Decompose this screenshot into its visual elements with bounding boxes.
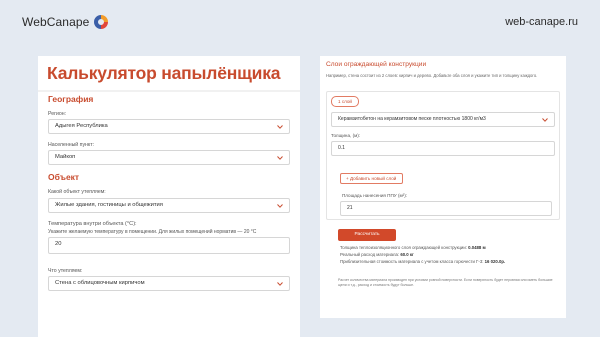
section-geography-heading: География xyxy=(48,94,94,104)
title-divider xyxy=(38,90,300,92)
city-label: Населенный пункт: xyxy=(48,142,95,148)
result-thickness: Толщина теплоизоляционного слоя ограждаю… xyxy=(340,245,486,250)
layers-title: Слои ограждающей конструкции xyxy=(326,61,427,68)
material-select[interactable]: Керамзитобетон на керамзитовом песке пло… xyxy=(331,112,555,127)
layers-description: Например, стена состоит из 2 слоев: кирп… xyxy=(326,73,538,78)
chevron-down-icon xyxy=(277,204,283,208)
object-type-select-value: Жилые здания, гостиницы и общежития xyxy=(55,202,163,208)
header: WebCanape web-canape.ru xyxy=(0,0,600,40)
what-insulate-label: Что утепляем: xyxy=(48,268,83,274)
result-thickness-value: 0.0488 м xyxy=(468,245,486,250)
layer-badge[interactable]: 1 слой xyxy=(331,96,359,107)
result-consumption-label: Реальный расход материала: xyxy=(340,252,400,257)
object-type-select[interactable]: Жилые здания, гостиницы и общежития xyxy=(48,198,290,213)
logo-swirl-icon xyxy=(94,15,109,29)
chevron-down-icon xyxy=(542,118,548,122)
chevron-down-icon xyxy=(277,156,283,160)
what-insulate-select[interactable]: Стена с облицовочным кирпичом xyxy=(48,276,290,291)
object-type-label: Какой объект утепляем: xyxy=(48,189,106,195)
temperature-hint: Укажите желаемую температуру в помещении… xyxy=(48,229,257,235)
material-select-value: Керамзитобетон на керамзитовом песке пло… xyxy=(338,116,486,122)
city-select-value: Майкоп xyxy=(55,154,76,160)
logo[interactable]: WebCanape xyxy=(22,14,109,30)
section-object-heading: Объект xyxy=(48,172,80,182)
result-cost-label: Приблизительная стоимость материала с уч… xyxy=(340,259,484,264)
chevron-down-icon xyxy=(277,282,283,286)
layers-card: Слои ограждающей конструкции Например, с… xyxy=(320,56,566,318)
site-url[interactable]: web-canape.ru xyxy=(505,16,578,28)
calculator-card: Калькулятор напылёнщика География Регион… xyxy=(38,56,300,337)
temperature-input-value: 20 xyxy=(55,241,62,247)
chevron-down-icon xyxy=(277,125,283,129)
area-input[interactable]: 21 xyxy=(340,201,552,216)
thickness-input-value: 0.1 xyxy=(338,145,345,151)
thickness-label: Толщина, (м): xyxy=(331,133,361,138)
logo-text: WebCanape xyxy=(22,15,90,29)
plus-icon: + xyxy=(346,176,349,181)
area-label: Площадь нанесения ППУ (м²): xyxy=(342,193,407,198)
temperature-label: Температура внутри объекта (°C): xyxy=(48,221,137,227)
result-cost-value: 16 020.0р. xyxy=(484,259,506,264)
temperature-input[interactable]: 20 xyxy=(48,237,290,254)
result-thickness-label: Толщина теплоизоляционного слоя ограждаю… xyxy=(340,245,467,250)
city-select[interactable]: Майкоп xyxy=(48,150,290,165)
calculate-button[interactable]: Рассчитать xyxy=(338,229,396,241)
region-label: Регион: xyxy=(48,111,67,117)
add-layer-button[interactable]: + Добавить новый слой xyxy=(340,173,404,184)
result-consumption: Реальный расход материала: 60.0 кг xyxy=(340,252,414,257)
result-consumption-value: 60.0 кг xyxy=(400,252,414,257)
page-title: Калькулятор напылёнщика xyxy=(47,63,281,83)
thickness-input[interactable]: 0.1 xyxy=(331,141,555,156)
area-input-value: 21 xyxy=(347,205,353,211)
result-cost: Приблизительная стоимость материала с уч… xyxy=(340,259,505,264)
region-select-value: Адыгея Республика xyxy=(55,123,108,129)
what-insulate-select-value: Стена с облицовочным кирпичом xyxy=(55,280,145,286)
add-layer-label: Добавить новый слой xyxy=(349,176,397,181)
calculation-note: Расчет количества материала производен п… xyxy=(338,278,553,288)
region-select[interactable]: Адыгея Республика xyxy=(48,119,290,134)
